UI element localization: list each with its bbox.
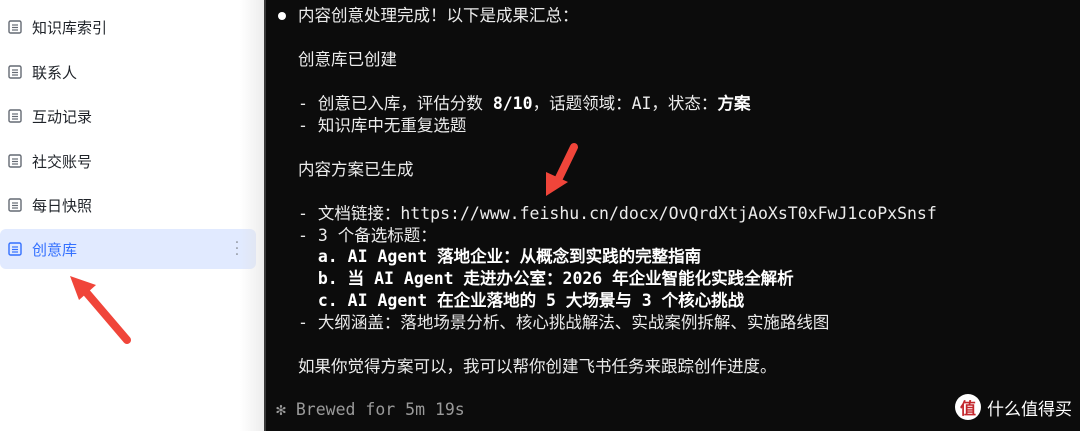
watermark-text: 什么值得买 [987, 399, 1072, 420]
arrow-to-idea-library-icon [70, 276, 131, 344]
arrow-to-link-icon [546, 143, 578, 196]
annotation-overlay [70, 143, 578, 344]
watermark-logo-icon: 值 [955, 394, 981, 420]
watermark: 值 什么值得买 [955, 393, 1072, 421]
